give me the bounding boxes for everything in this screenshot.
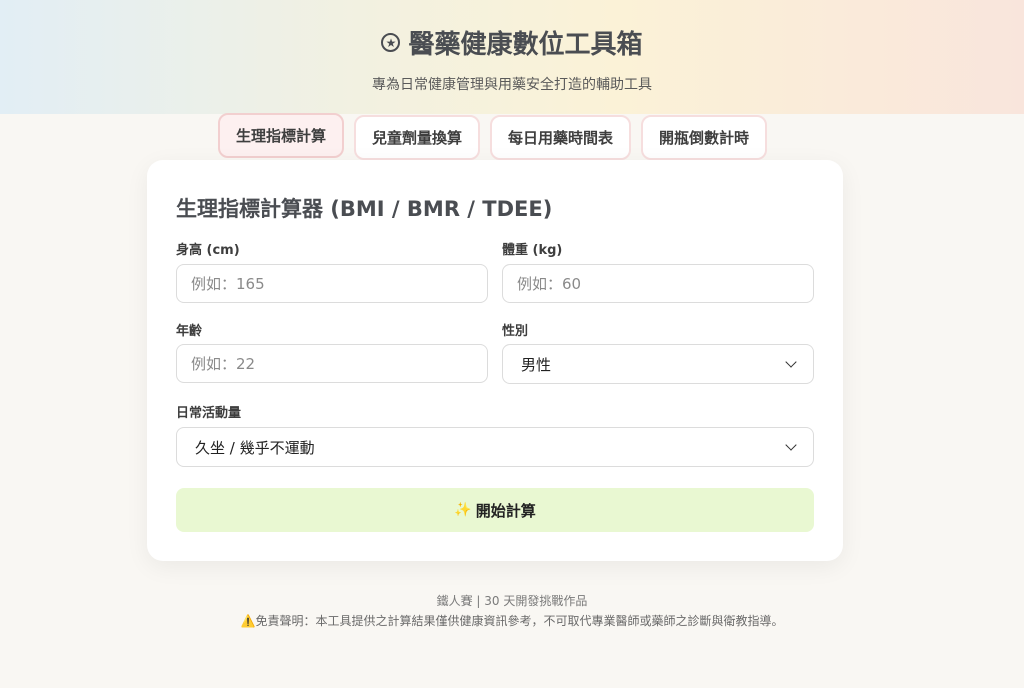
page-title-text: 醫藥健康數位工具箱 (408, 30, 643, 60)
chevron-down-icon (785, 439, 797, 451)
disclaimer-text: 免責聲明：本工具提供之計算結果僅供健康資訊參考，不可取代專業醫師或藥師之診斷與衛… (255, 614, 784, 628)
page-subtitle: 專為日常健康管理與用藥安全打造的輔助工具 (372, 77, 652, 93)
tab-medication-schedule[interactable]: 每日用藥時間表 (490, 115, 632, 160)
calculator-card: 生理指標計算器 (BMI / BMR / TDEE) 身高 (cm) 體重 (k… (147, 160, 843, 561)
tab-opening-countdown[interactable]: 開瓶倒數計時 (641, 115, 768, 160)
start-calculation-button[interactable]: ✨ 開始計算 (176, 488, 814, 532)
age-label: 年齡 (176, 324, 203, 339)
activity-selected-value: 久坐 / 幾乎不運動 (195, 438, 315, 457)
activity-select[interactable]: 久坐 / 幾乎不運動 (176, 427, 814, 467)
warning-icon: ⚠️ (240, 614, 256, 628)
height-input[interactable] (176, 264, 488, 303)
card-title: 生理指標計算器 (BMI / BMR / TDEE) (176, 197, 553, 221)
weight-label: 體重 (kg) (502, 243, 563, 258)
gender-label: 性別 (502, 324, 529, 339)
activity-label: 日常活動量 (176, 406, 242, 421)
gender-select[interactable]: 男性 (502, 344, 814, 384)
gender-selected-value: 男性 (521, 355, 552, 374)
sparkles-icon: ✨ (454, 502, 472, 518)
footer-disclaimer: ⚠️免責聲明：本工具提供之計算結果僅供健康資訊參考，不可取代專業醫師或藥師之診斷… (0, 612, 1024, 629)
tab-bar: 生理指標計算 兒童劑量換算 每日用藥時間表 開瓶倒數計時 (218, 113, 768, 160)
start-calculation-label: 開始計算 (475, 501, 536, 520)
tab-child-dosage[interactable]: 兒童劑量換算 (354, 115, 481, 160)
age-input[interactable] (176, 344, 488, 383)
tab-vitals-calculator[interactable]: 生理指標計算 (218, 113, 345, 158)
page-title: ★ 醫藥健康數位工具箱 (0, 24, 1024, 61)
footer-credit: 鐵人賽 | 30 天開發挑戰作品 (436, 594, 588, 608)
star-circle-icon: ★ (381, 33, 401, 52)
chevron-down-icon (785, 356, 797, 368)
weight-input[interactable] (502, 264, 814, 303)
height-label: 身高 (cm) (176, 243, 240, 258)
